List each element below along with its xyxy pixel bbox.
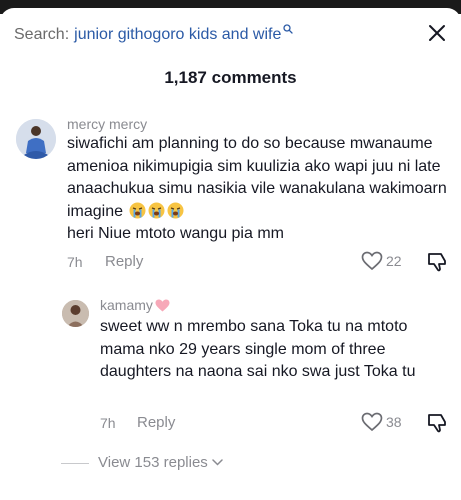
comment-username[interactable]: mercy mercy: [67, 116, 147, 132]
reply-button[interactable]: Reply: [137, 414, 175, 431]
comment-count: 1,187 comments: [164, 68, 297, 87]
heart-outline-icon[interactable]: [361, 412, 383, 432]
comment-body: siwafichi am planning to do so because m…: [67, 135, 447, 220]
search-prefix: Search:: [14, 26, 70, 43]
heart-outline-icon[interactable]: [361, 251, 383, 271]
close-icon[interactable]: [428, 24, 446, 42]
pink-heart-icon: [155, 299, 170, 311]
loudly-crying-face-icon: [129, 202, 146, 218]
comment-username[interactable]: kamamy: [100, 297, 170, 313]
like-count: 22: [386, 253, 402, 269]
avatar[interactable]: [62, 300, 89, 327]
comment-body-end: heri Niue mtoto wangu pia mm: [67, 225, 284, 242]
view-replies-label[interactable]: View 153 replies: [98, 454, 208, 471]
search-icon[interactable]: [283, 24, 294, 34]
search-bar[interactable]: Search: junior githogoro kids and wife: [14, 24, 294, 46]
loudly-crying-face-icon: [148, 202, 165, 218]
comment-text: sweet ww n mrembo sana Toka tu na mtoto …: [100, 318, 416, 380]
search-query[interactable]: junior githogoro kids and wife: [74, 26, 281, 44]
replies-divider: [61, 463, 89, 464]
comment-time: 7h: [67, 254, 83, 270]
view-replies-button[interactable]: View 153 replies: [98, 454, 223, 471]
loudly-crying-face-icon: [167, 202, 184, 218]
comment-text: siwafichi am planning to do so because m…: [67, 133, 447, 246]
username-text[interactable]: kamamy: [100, 297, 153, 313]
emoji-group: [129, 202, 184, 219]
thumbs-down-icon[interactable]: [427, 251, 448, 272]
comment-time: 7h: [100, 415, 116, 431]
like-count: 38: [386, 414, 402, 430]
avatar[interactable]: [16, 119, 56, 159]
reply-button[interactable]: Reply: [105, 253, 143, 270]
chevron-down-icon[interactable]: [212, 459, 223, 466]
close-button[interactable]: [424, 20, 450, 46]
thumbs-down-icon[interactable]: [427, 412, 448, 433]
